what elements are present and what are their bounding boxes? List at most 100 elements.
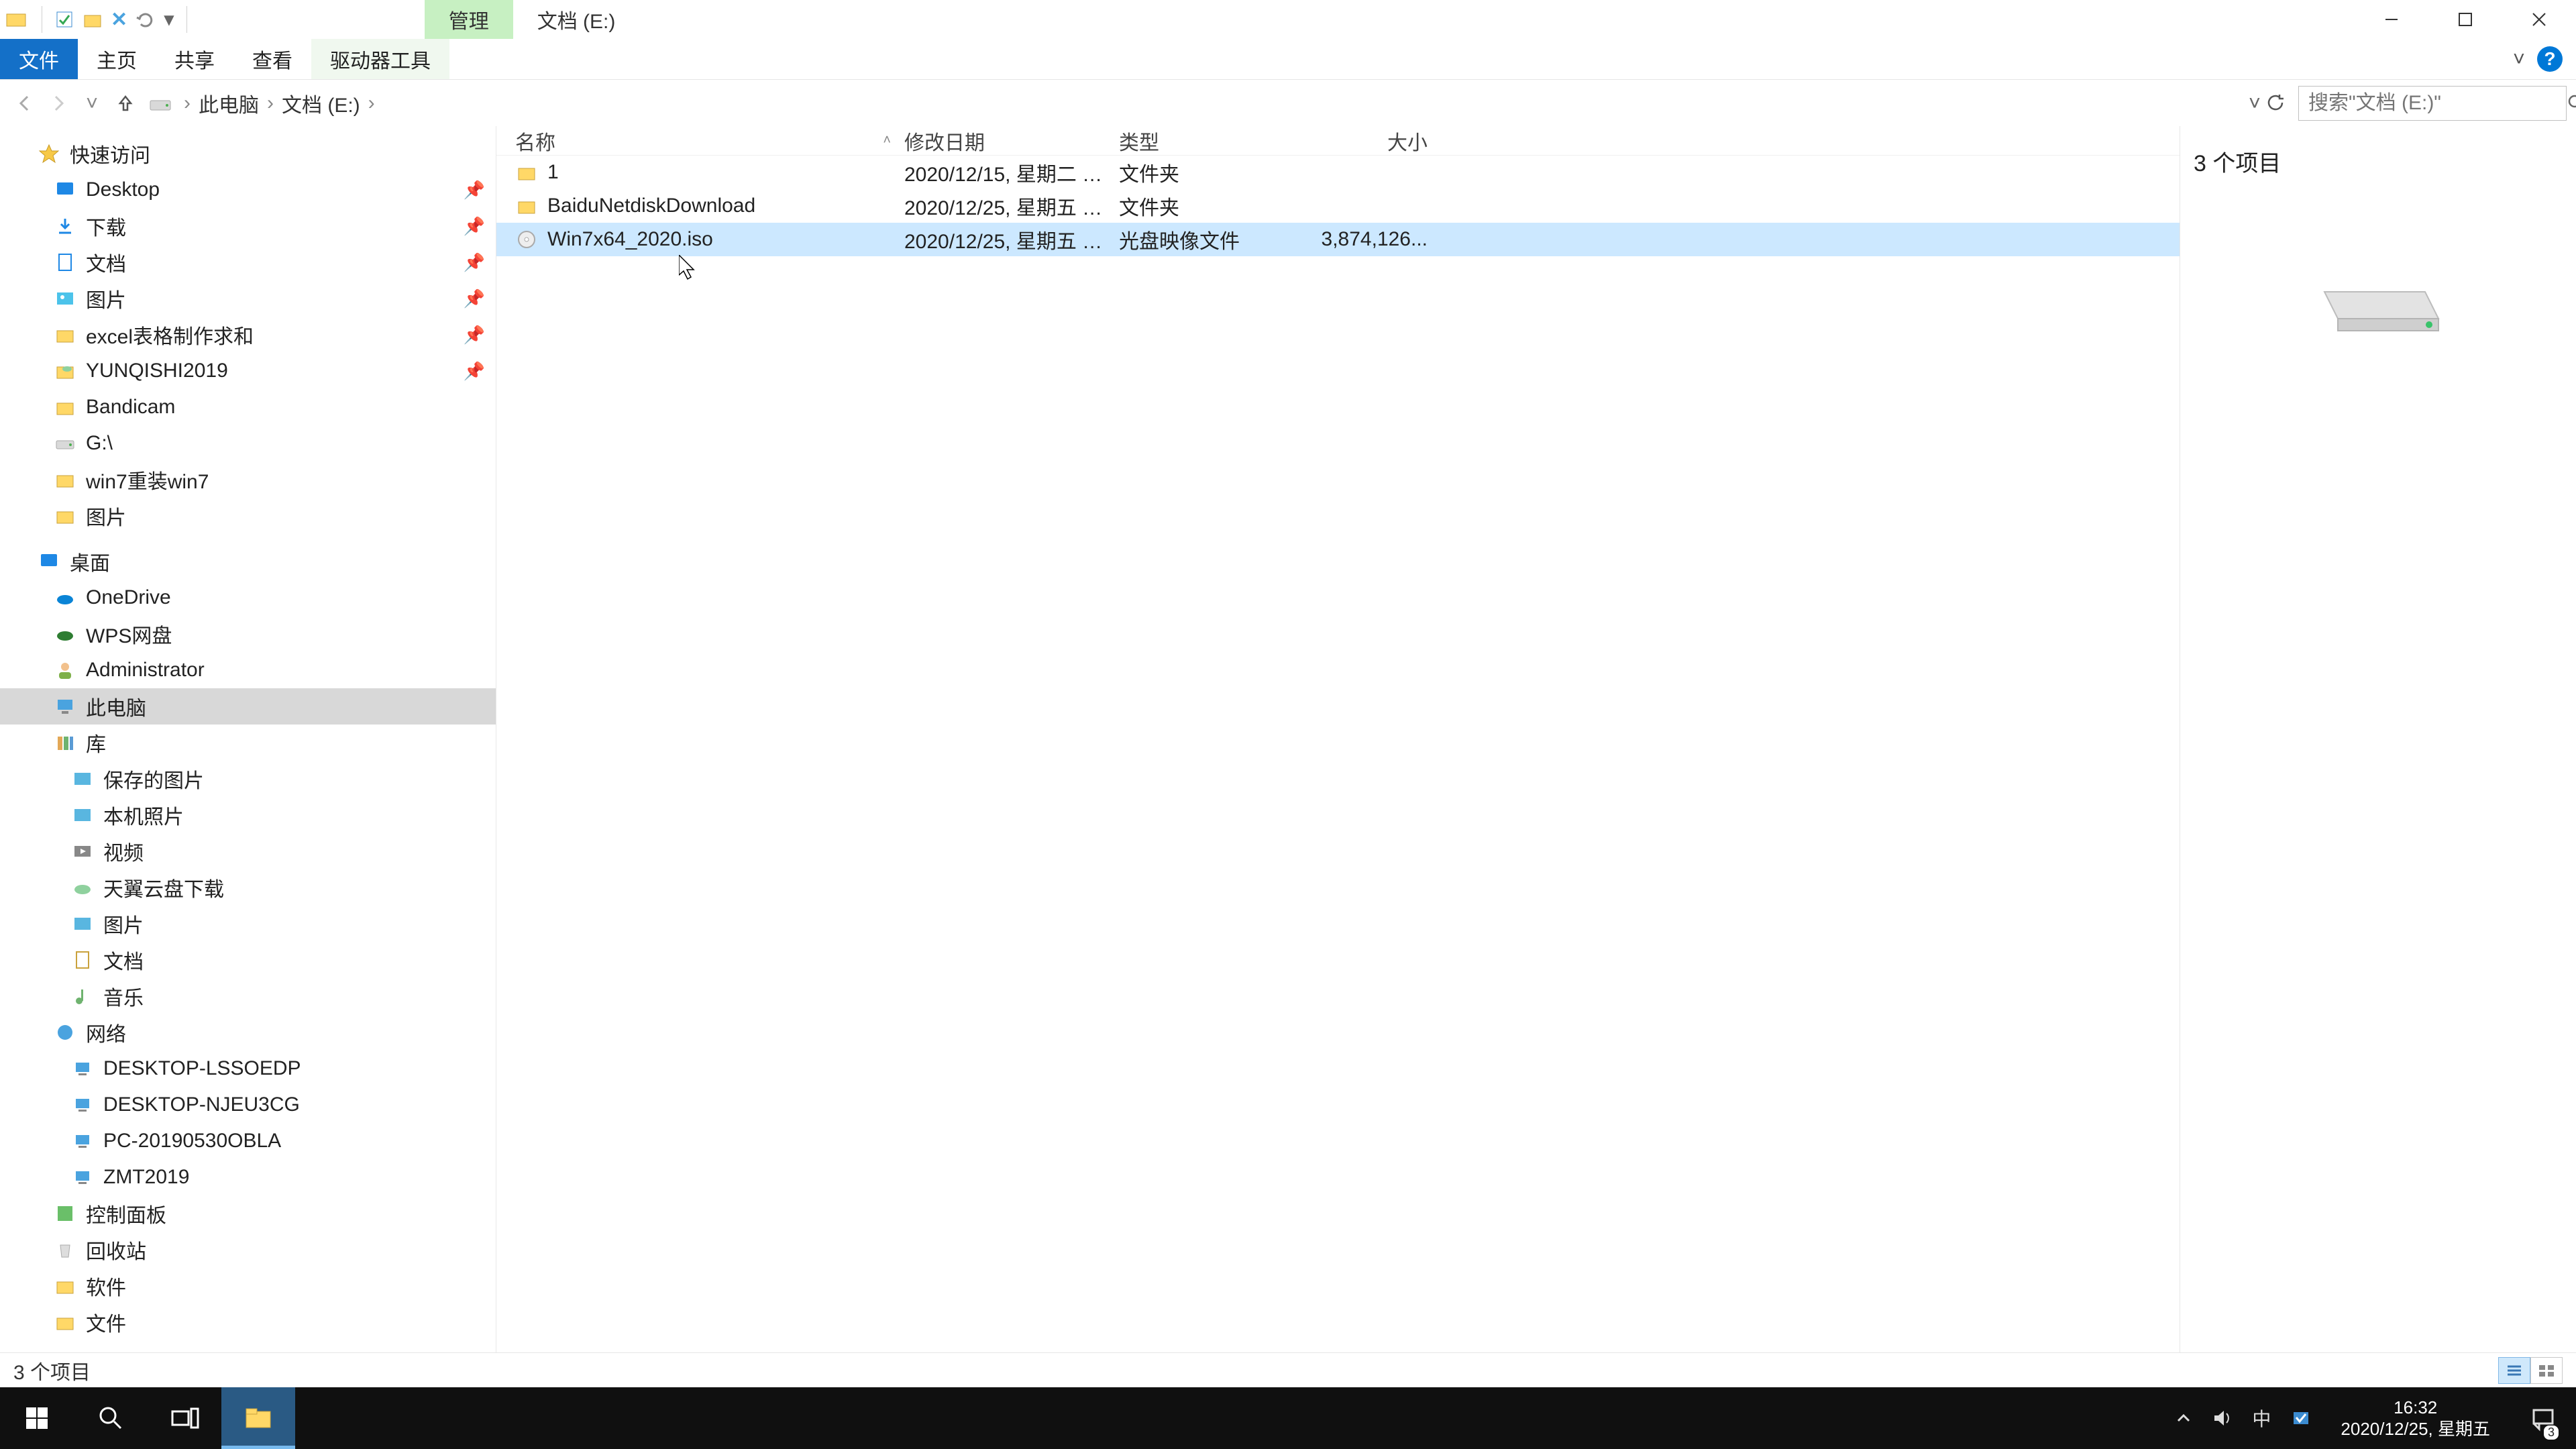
qat-properties-icon[interactable] <box>54 9 74 30</box>
start-button[interactable] <box>0 1387 74 1449</box>
context-tab-manage[interactable]: 管理 <box>425 0 513 39</box>
tree-network-pc[interactable]: DESKTOP-NJEU3CG <box>0 1087 496 1123</box>
help-button[interactable]: ? <box>2537 46 2563 72</box>
netpc-icon <box>71 1093 94 1116</box>
tree-quickaccess-item[interactable]: G:\ <box>0 425 496 462</box>
tree-quickaccess-item[interactable]: Desktop 📌 <box>0 172 496 208</box>
search-icon[interactable] <box>2567 94 2576 113</box>
ribbon-tab-view[interactable]: 查看 <box>233 39 311 79</box>
action-center-button[interactable]: 3 <box>2520 1387 2567 1449</box>
view-details-button[interactable] <box>2498 1357 2530 1384</box>
tree-library-item[interactable]: 文档 <box>0 942 496 978</box>
ribbon-collapse-icon[interactable]: ˅ <box>2513 47 2525 71</box>
nav-forward-button[interactable] <box>43 88 74 119</box>
header-size[interactable]: 大小 <box>1300 126 1434 156</box>
tree-item[interactable]: Administrator <box>0 652 496 688</box>
qat-newfolder-icon[interactable] <box>83 9 103 30</box>
crumb-thispc[interactable]: 此电脑 <box>195 89 263 118</box>
doclib-icon <box>71 949 94 971</box>
qat-undo-icon[interactable] <box>136 9 156 30</box>
column-headers[interactable]: 名称 ˄ 修改日期 类型 大小 <box>496 126 2180 156</box>
header-date[interactable]: 修改日期 <box>904 126 1119 156</box>
tree-quickaccess-item[interactable]: excel表格制作求和 📌 <box>0 317 496 353</box>
file-name: 1 <box>547 161 559 184</box>
nav-recent-dropdown[interactable]: ˅ <box>76 88 107 119</box>
tree-network[interactable]: 网络 <box>0 1014 496 1051</box>
ribbon-tab-drivetools[interactable]: 驱动器工具 <box>311 39 449 79</box>
crumb-current[interactable]: 文档 (E:) <box>278 89 364 118</box>
tree-desktop-section[interactable]: 桌面 <box>0 543 496 580</box>
tree-library-item[interactable]: 保存的图片 <box>0 761 496 797</box>
folder-icon <box>54 1311 76 1334</box>
tree-item[interactable]: 库 <box>0 724 496 761</box>
tree-label: 文档 <box>86 248 126 277</box>
tree-library-item[interactable]: 本机照片 <box>0 797 496 833</box>
tree-label: WPS网盘 <box>86 619 172 649</box>
tree-item[interactable]: OneDrive <box>0 580 496 616</box>
file-row[interactable]: Win7x64_2020.iso 2020/12/25, 星期五 1... 光盘… <box>496 223 2180 256</box>
qat-dropdown-icon[interactable]: ▾ <box>164 7 174 32</box>
tree-quickaccess-item[interactable]: 文档 📌 <box>0 244 496 280</box>
tree-label: YUNQISHI2019 <box>86 360 228 382</box>
ribbon-tab-file[interactable]: 文件 <box>0 39 78 79</box>
taskbar-explorer-button[interactable] <box>221 1387 295 1449</box>
taskbar-search-button[interactable] <box>74 1387 148 1449</box>
volume-icon[interactable] <box>2212 1408 2232 1428</box>
view-thumbnails-button[interactable] <box>2530 1357 2563 1384</box>
ime-indicator[interactable]: 中 <box>2252 1405 2271 1432</box>
tree-docsfolder[interactable]: 文件 <box>0 1304 496 1340</box>
tree-software[interactable]: 软件 <box>0 1268 496 1304</box>
qat-close-icon[interactable]: ✕ <box>111 8 127 32</box>
tree-label: 本机照片 <box>103 800 184 830</box>
app-icon <box>5 10 30 29</box>
ribbon-tab-home[interactable]: 主页 <box>78 39 156 79</box>
tree-quickaccess-item[interactable]: 下载 📌 <box>0 208 496 244</box>
tree-controlpanel[interactable]: 控制面板 <box>0 1195 496 1232</box>
tree-library-item[interactable]: 视频 <box>0 833 496 869</box>
tree-recyclebin[interactable]: 回收站 <box>0 1232 496 1268</box>
taskview-button[interactable] <box>148 1387 221 1449</box>
header-type[interactable]: 类型 <box>1119 126 1300 156</box>
header-name[interactable]: 名称 ˄ <box>515 126 904 156</box>
minimize-button[interactable] <box>2355 0 2428 39</box>
tree-quickaccess[interactable]: 快速访问 <box>0 136 496 172</box>
search-box[interactable] <box>2298 86 2567 121</box>
tree-quickaccess-item[interactable]: win7重装win7 <box>0 462 496 498</box>
breadcrumb[interactable]: › 此电脑 › 文档 (E:) › <box>144 89 2242 118</box>
tree-label: 文件 <box>86 1307 126 1337</box>
tree-network-pc[interactable]: PC-20190530OBLA <box>0 1123 496 1159</box>
tray-app-icon[interactable] <box>2291 1408 2311 1428</box>
tree-quickaccess-item[interactable]: Bandicam <box>0 389 496 425</box>
libraries-icon <box>54 731 76 754</box>
ribbon-tab-share[interactable]: 共享 <box>156 39 233 79</box>
cloud-icon <box>71 876 94 899</box>
tree-library-item[interactable]: 音乐 <box>0 978 496 1014</box>
tree-item[interactable]: 此电脑 <box>0 688 496 724</box>
maximize-button[interactable] <box>2428 0 2502 39</box>
tree-label: 回收站 <box>86 1235 146 1265</box>
music-icon <box>71 985 94 1008</box>
address-dropdown-icon[interactable]: ˅ <box>2249 91 2261 115</box>
tray-overflow-icon[interactable] <box>2176 1410 2192 1426</box>
desktop-icon <box>38 550 60 573</box>
tree-label: 图片 <box>86 501 126 531</box>
close-button[interactable] <box>2502 0 2576 39</box>
tree-label: 网络 <box>86 1018 126 1047</box>
tree-quickaccess-item[interactable]: 图片 <box>0 498 496 534</box>
tree-quickaccess-item[interactable]: 图片 📌 <box>0 280 496 317</box>
search-input[interactable] <box>2308 92 2567 115</box>
nav-back-button[interactable] <box>9 88 40 119</box>
tree-item[interactable]: WPS网盘 <box>0 616 496 652</box>
file-row[interactable]: BaiduNetdiskDownload 2020/12/25, 星期五 1..… <box>496 189 2180 223</box>
taskbar-clock[interactable]: 16:32 2020/12/25, 星期五 <box>2331 1397 2500 1440</box>
tree-quickaccess-item[interactable]: YUNQISHI2019 📌 <box>0 353 496 389</box>
tree-library-item[interactable]: 图片 <box>0 906 496 942</box>
refresh-button[interactable] <box>2266 93 2286 113</box>
tree-label: excel表格制作求和 <box>86 320 254 350</box>
tree-network-pc[interactable]: ZMT2019 <box>0 1159 496 1195</box>
file-row[interactable]: 1 2020/12/15, 星期二 1... 文件夹 <box>496 156 2180 189</box>
folder-icon <box>54 468 76 491</box>
nav-up-button[interactable] <box>110 88 141 119</box>
tree-network-pc[interactable]: DESKTOP-LSSOEDP <box>0 1051 496 1087</box>
tree-library-item[interactable]: 天翼云盘下载 <box>0 869 496 906</box>
